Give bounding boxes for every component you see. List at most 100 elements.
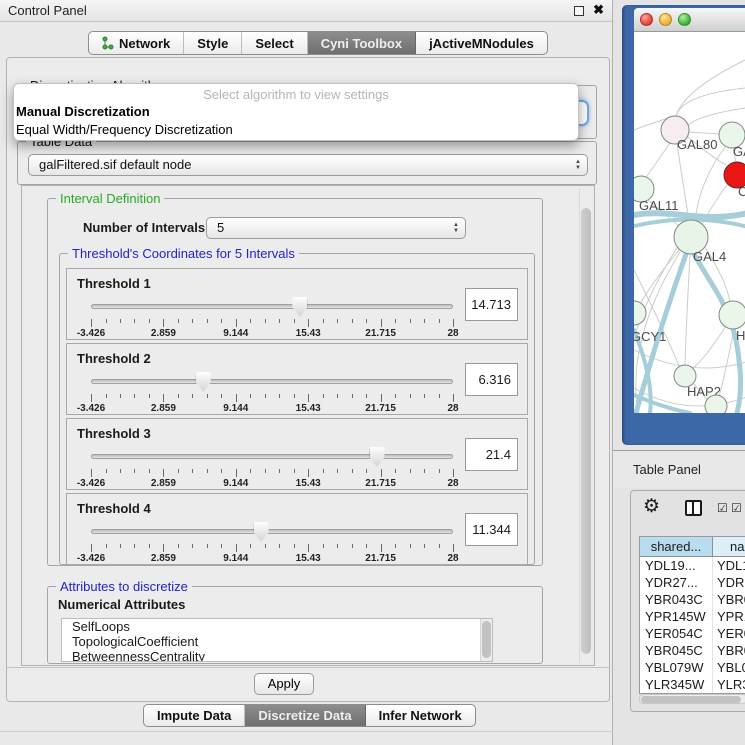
table-cell[interactable]: YDR27...: [640, 574, 713, 591]
top-tab[interactable]: Cyni Toolbox: [308, 32, 416, 54]
slider-thumb[interactable]: [370, 447, 385, 467]
threshold-slider[interactable]: -3.4262.8599.14415.4321.71528: [91, 445, 457, 489]
top-tab[interactable]: jActiveMNodules: [416, 32, 547, 54]
column-layout-icon[interactable]: [685, 500, 702, 516]
combo-stepper-icon: ▲▼: [453, 218, 459, 238]
column-header-name[interactable]: na: [713, 537, 745, 556]
table-cell[interactable]: YBR043C: [640, 591, 713, 608]
float-window-icon[interactable]: [574, 6, 584, 16]
slider-tick: [149, 469, 150, 473]
table-row[interactable]: YPR145W YPR1: [640, 608, 745, 625]
threshold-slider[interactable]: -3.4262.8599.14415.4321.71528: [91, 370, 457, 414]
slider-tick: [221, 469, 222, 473]
top-tab-label: Cyni Toolbox: [321, 36, 402, 51]
network-edge[interactable]: [688, 132, 720, 134]
algorithm-option[interactable]: Equal Width/Frequency Discretization: [14, 122, 578, 140]
table-cell[interactable]: YBL0: [713, 659, 745, 676]
slider-tick: [221, 544, 222, 548]
table-row[interactable]: YBR043C YBR0: [640, 591, 745, 608]
slider-track[interactable]: [91, 454, 453, 459]
slider-tick: [410, 394, 411, 398]
network-edge[interactable]: [685, 254, 690, 365]
table-row[interactable]: YER054C YER0: [640, 625, 745, 642]
table-cell[interactable]: YBR045C: [640, 642, 713, 659]
network-edge[interactable]: [693, 326, 726, 368]
slider-tick: [250, 544, 251, 548]
top-tab[interactable]: Network: [89, 32, 184, 54]
bottom-tab[interactable]: Discretize Data: [245, 705, 365, 726]
network-node-gcy1[interactable]: [634, 301, 646, 325]
table-cell[interactable]: YER0: [713, 625, 745, 642]
network-edge-thick[interactable]: [737, 360, 741, 413]
network-window-titlebar[interactable]: [634, 8, 745, 32]
table-row[interactable]: YBL079W YBL0: [640, 659, 745, 676]
network-edge[interactable]: [677, 144, 689, 220]
network-node-h[interactable]: [719, 301, 745, 329]
network-canvas[interactable]: GAL80GACGAL11GAL4GCY1HHAP2: [634, 32, 745, 413]
table-cell[interactable]: YPR1: [713, 608, 745, 625]
slider-thumb[interactable]: [292, 297, 307, 317]
table-cell[interactable]: YDL19...: [640, 557, 713, 574]
slider-tick: [453, 394, 454, 402]
table-cell[interactable]: YDR2: [713, 574, 745, 591]
network-edge[interactable]: [645, 143, 670, 179]
top-tab[interactable]: Select: [242, 32, 307, 54]
bottom-tab[interactable]: Impute Data: [144, 705, 245, 726]
threshold-panel: Threshold 2 -3.4262.8599.14415.4321.7152…: [66, 343, 528, 415]
settings-scrollbar-thumb[interactable]: [581, 208, 591, 654]
slider-thumb[interactable]: [254, 522, 269, 542]
table-cell[interactable]: YBR0: [713, 642, 745, 659]
threshold-slider[interactable]: -3.4262.8599.14415.4321.71528: [91, 520, 457, 564]
table-cell[interactable]: YER054C: [640, 625, 713, 642]
zoom-traffic-light-icon[interactable]: [678, 13, 691, 26]
attributes-scrollbar-thumb[interactable]: [482, 621, 491, 658]
number-of-intervals-combobox[interactable]: 5 ▲▼: [206, 217, 466, 239]
settings-vertical-scrollbar[interactable]: [579, 188, 592, 663]
close-traffic-light-icon[interactable]: [640, 13, 653, 26]
slider-tick: [163, 469, 164, 477]
table-cell[interactable]: YPR145W: [640, 608, 713, 625]
network-edge[interactable]: [676, 88, 745, 117]
table-scrollbar-thumb[interactable]: [641, 696, 741, 703]
table-data-combobox[interactable]: galFiltered.sif default node ▲▼: [28, 154, 588, 176]
checkbox-icon[interactable]: ☑: [731, 501, 742, 515]
slider-track[interactable]: [91, 379, 453, 384]
numerical-attributes-list[interactable]: SelfLoops TopologicalCoefficient Between…: [61, 618, 493, 662]
attributes-scrollbar[interactable]: [480, 619, 492, 661]
slider-tick: [178, 319, 179, 323]
network-edge[interactable]: [676, 60, 745, 116]
slider-tick: [221, 319, 222, 323]
slider-track[interactable]: [91, 529, 453, 534]
slider-track[interactable]: [91, 304, 453, 309]
slider-thumb[interactable]: [196, 372, 211, 392]
table-cell[interactable]: YLR3: [713, 676, 745, 693]
attribute-list-item[interactable]: SelfLoops: [62, 619, 492, 634]
threshold-slider[interactable]: -3.4262.8599.14415.4321.71528: [91, 295, 457, 339]
minimize-traffic-light-icon[interactable]: [659, 13, 672, 26]
column-header-shared-name[interactable]: shared...: [640, 537, 713, 556]
network-edge[interactable]: [719, 329, 734, 397]
table-cell[interactable]: YDL1: [713, 557, 745, 574]
checkbox-icon[interactable]: ☑: [717, 501, 728, 515]
network-view-window[interactable]: GAL80GACGAL11GAL4GCY1HHAP2: [622, 5, 745, 445]
top-tab[interactable]: Style: [184, 32, 242, 54]
table-row[interactable]: YBR045C YBR0: [640, 642, 745, 659]
network-node[interactable]: [705, 395, 727, 413]
panel-title: Control Panel: [8, 3, 87, 18]
table-cell[interactable]: YLR345W: [640, 676, 713, 693]
apply-button[interactable]: Apply: [254, 673, 314, 695]
table-horizontal-scrollbar[interactable]: [639, 694, 745, 704]
table-row[interactable]: YDR27... YDR2: [640, 574, 745, 591]
algorithm-option[interactable]: Manual Discretization: [14, 104, 578, 122]
table-row[interactable]: YDL19... YDL1: [640, 557, 745, 574]
threshold-label: Threshold 4: [77, 501, 151, 516]
table-cell[interactable]: YBR0: [713, 591, 745, 608]
bottom-tab[interactable]: Infer Network: [366, 705, 475, 726]
attribute-list-item[interactable]: BetweennessCentrality: [62, 649, 492, 662]
attribute-list-item[interactable]: TopologicalCoefficient: [62, 634, 492, 649]
table-cell[interactable]: YBL079W: [640, 659, 713, 676]
slider-tick: [323, 319, 324, 323]
gear-icon[interactable]: ⚙: [643, 495, 660, 518]
close-icon[interactable]: ✖: [593, 2, 604, 18]
table-row[interactable]: YLR345W YLR3: [640, 676, 745, 693]
